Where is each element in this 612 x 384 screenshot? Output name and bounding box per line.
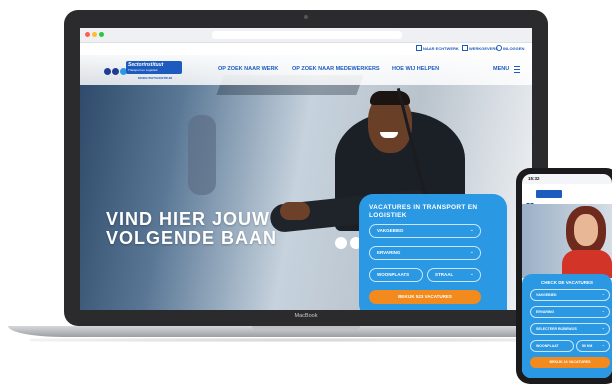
chevron-down-icon: ⌄ bbox=[601, 342, 605, 347]
nav-item-werk[interactable]: OP ZOEK NAAR WERK bbox=[218, 66, 278, 72]
woman-face bbox=[574, 214, 598, 246]
top-link-inloggen[interactable]: INLOGGEN bbox=[496, 45, 524, 51]
nav-item-medewerkers[interactable]: OP ZOEK NAAR MEDEWERKERS bbox=[292, 66, 380, 72]
phone-search-title: CHECK DE VACATURES bbox=[540, 280, 594, 285]
top-utility-bar: NAAR ECHTWERK WERKGEVERS INLOGGEN bbox=[80, 43, 532, 55]
input-label: WOONPLAATS bbox=[377, 272, 410, 277]
search-card-title: VACATURES IN TRANSPORT EN LOGISTIEK bbox=[369, 204, 478, 219]
select-label: SELECTEER RIJBEWIJS bbox=[536, 326, 577, 331]
chevron-down-icon: ⌄ bbox=[601, 325, 605, 330]
top-link-echtwerk[interactable]: NAAR ECHTWERK bbox=[416, 45, 459, 51]
select-label: STRAAL bbox=[435, 272, 454, 277]
chevron-down-icon: ⌄ bbox=[601, 308, 605, 313]
logo-dot-icon bbox=[112, 68, 119, 75]
background-figure bbox=[188, 115, 216, 195]
chevron-down-icon: ⌄ bbox=[469, 249, 474, 255]
hero-title: VIND HIER JOUW VOLGENDE BAAN bbox=[106, 210, 277, 248]
woonplaats-input[interactable]: WOONPLAATS bbox=[369, 268, 423, 282]
straal-select[interactable]: STRAAL ⌄ bbox=[427, 268, 481, 282]
briefcase-icon bbox=[462, 45, 468, 51]
camera-icon bbox=[304, 15, 308, 19]
close-dot-icon[interactable] bbox=[85, 32, 90, 37]
external-link-icon bbox=[416, 45, 422, 51]
maximize-dot-icon[interactable] bbox=[99, 32, 104, 37]
logo-subline: MOBILITEITSCENTRUM bbox=[138, 76, 172, 80]
minimize-dot-icon[interactable] bbox=[92, 32, 97, 37]
hero-title-line2: VOLGENDE BAAN bbox=[106, 228, 278, 248]
select-label: 50 KM bbox=[582, 343, 593, 348]
laptop-screen: NAAR ECHTWERK WERKGEVERS INLOGGEN Sector… bbox=[80, 28, 532, 310]
phone-ervaring-select[interactable]: ERVARING ⌄ bbox=[530, 306, 610, 318]
logo-tagline: Transport en Logistiek bbox=[128, 68, 158, 72]
laptop-brand-label: MacBook bbox=[294, 313, 318, 319]
address-bar[interactable] bbox=[212, 31, 402, 39]
input-label: WOONPLAAT bbox=[536, 343, 559, 348]
phone-view-vacancies-button[interactable]: BEKIJK 16 VACATURES bbox=[530, 357, 610, 368]
status-time: 15:32 bbox=[528, 176, 540, 181]
logo-dot-icon bbox=[104, 68, 111, 75]
top-link-label: WERKGEVERS bbox=[469, 46, 498, 51]
top-link-label: NAAR ECHTWERK bbox=[423, 46, 459, 51]
website: NAAR ECHTWERK WERKGEVERS INLOGGEN Sector… bbox=[80, 43, 532, 310]
phone-woonplaats-input[interactable]: WOONPLAAT bbox=[530, 340, 574, 352]
phone-straal-select[interactable]: 50 KM ⌄ bbox=[576, 340, 610, 352]
hero-section: Sectorinstituut Transport en Logistiek M… bbox=[80, 55, 532, 310]
phone-vakgebied-select[interactable]: VAKGEBIED ⌄ bbox=[530, 289, 610, 301]
view-vacancies-button[interactable]: BEKIJK 523 VACATURES bbox=[369, 290, 481, 304]
select-label: ERVARING bbox=[377, 250, 401, 255]
driver-hair-top bbox=[370, 91, 410, 105]
button-label: BEKIJK 16 VACATURES bbox=[549, 360, 591, 364]
phone-screen: 15:32 CHECK DE VACATURES VAKGEBIED ⌄ ERV… bbox=[522, 174, 612, 378]
select-label: VAKGEBIED bbox=[377, 228, 404, 233]
laptop-notch bbox=[252, 326, 360, 330]
phone-search-card: CHECK DE VACATURES VAKGEBIED ⌄ ERVARING … bbox=[522, 274, 612, 378]
laptop-shadow bbox=[30, 338, 586, 342]
button-label: BEKIJK 523 VACATURES bbox=[398, 294, 452, 299]
top-link-label: INLOGGEN bbox=[503, 46, 525, 51]
phone-logo[interactable] bbox=[536, 190, 562, 198]
chevron-down-icon: ⌄ bbox=[469, 271, 474, 277]
menu-button[interactable]: MENU bbox=[493, 66, 509, 72]
select-label: ERVARING bbox=[536, 309, 555, 314]
nav-item-hoe-wij-helpen[interactable]: HOE WIJ HELPEN bbox=[392, 66, 439, 72]
hero-title-line1: VIND HIER JOUW bbox=[106, 209, 271, 229]
chevron-down-icon: ⌄ bbox=[601, 291, 605, 296]
user-icon bbox=[496, 45, 502, 51]
chevron-down-icon: ⌄ bbox=[469, 227, 474, 233]
vakgebied-select[interactable]: VAKGEBIED ⌄ bbox=[369, 224, 481, 238]
browser-chrome bbox=[80, 28, 532, 43]
decor-dot-icon bbox=[335, 237, 347, 249]
ervaring-select[interactable]: ERVARING ⌄ bbox=[369, 246, 481, 260]
driver-hand bbox=[280, 202, 310, 220]
phone-rijbewijs-select[interactable]: SELECTEER RIJBEWIJS ⌄ bbox=[530, 323, 610, 335]
top-link-werkgevers[interactable]: WERKGEVERS bbox=[462, 45, 498, 51]
select-label: VAKGEBIED bbox=[536, 292, 557, 297]
main-nav: Sectorinstituut Transport en Logistiek M… bbox=[80, 55, 532, 85]
hamburger-icon[interactable] bbox=[514, 66, 520, 73]
vacancy-search-card: VACATURES IN TRANSPORT EN LOGISTIEK VAKG… bbox=[359, 194, 507, 310]
